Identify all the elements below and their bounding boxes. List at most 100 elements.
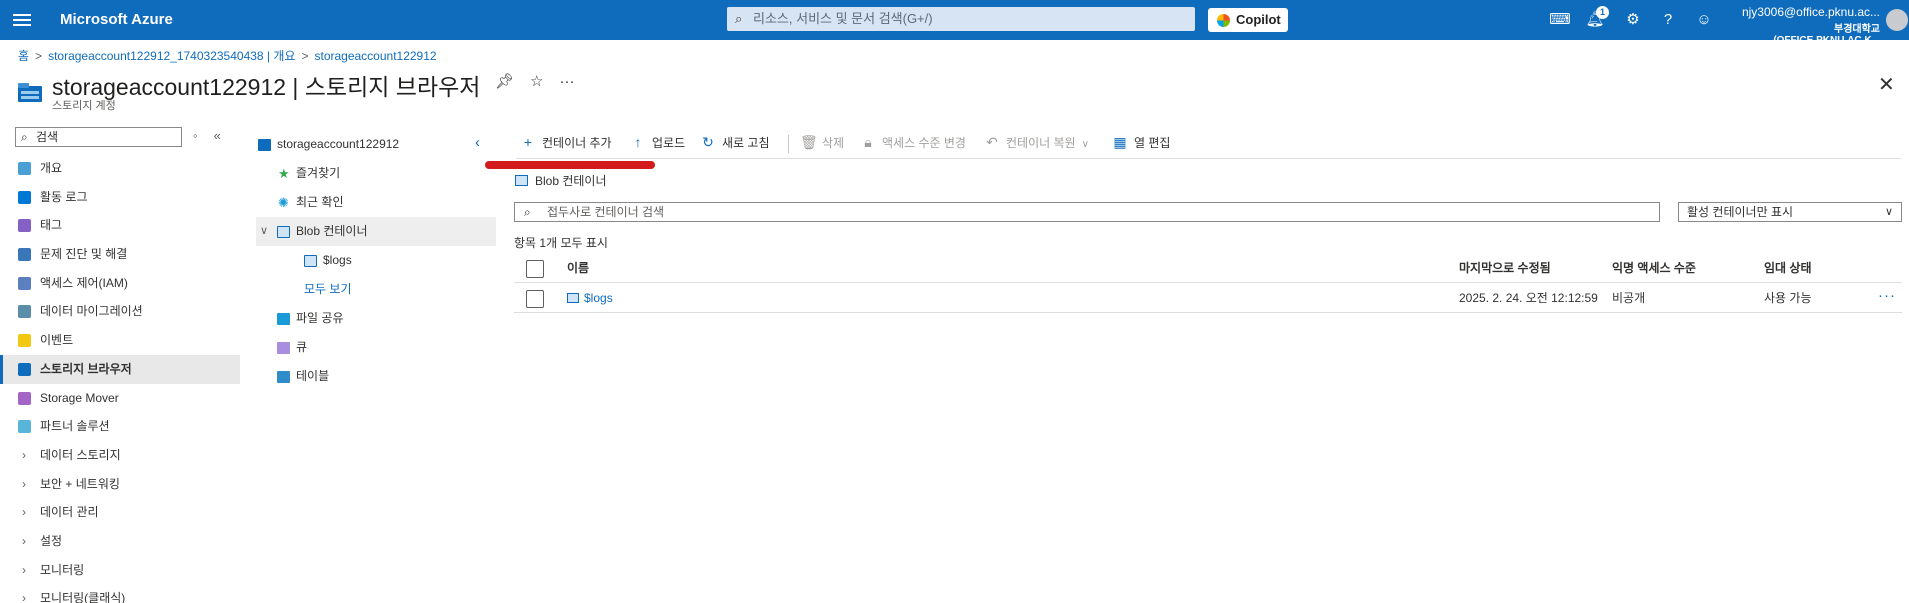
column-access-level[interactable]: 익명 액세스 수준 [1612,253,1696,283]
sidebar-item-label: 모니터링(클래식) [40,591,126,603]
sidebar-item[interactable]: 액세스 제어(IAM) [0,269,240,298]
sidebar-item-label: 스토리지 브라우저 [40,361,132,376]
table-row[interactable]: $logs 2025. 2. 24. 오전 12:12:59 비공개 사용 가능… [514,283,1902,313]
container-name-link[interactable]: $logs [567,283,613,313]
tree-file-shares[interactable]: 파일 공유 [256,304,496,333]
copilot-button[interactable]: Copilot [1208,8,1288,32]
tree-blob-containers[interactable]: ∨ Blob 컨테이너 [256,217,496,246]
favorites-star-icon: ★ [278,166,290,181]
expand-collapse-icon[interactable]: ◦ [193,128,198,143]
chevron-right-icon: › [22,562,26,577]
select-all-checkbox[interactable] [526,260,544,278]
close-icon[interactable]: ✕ [1878,72,1895,97]
sidebar-item[interactable]: › 데이터 관리 [0,498,240,527]
breadcrumb-overview[interactable]: storageaccount122912_1740323540438 | 개요 [48,49,295,63]
tree-see-all[interactable]: 모두 보기 [256,275,496,304]
sidebar-item[interactable]: 스토리지 브라우저 [0,354,240,384]
sidebar-item[interactable]: › 보안 + 네트워킹 [0,470,240,499]
change-access-level-button[interactable]: 🔒︎ 액세스 수준 변경 [860,131,966,154]
row-checkbox[interactable] [526,290,544,308]
breadcrumb-separator: > [35,49,43,63]
plus-icon: + [523,134,533,150]
tree-favorites[interactable]: ★ 즐겨찾기 [256,159,496,188]
container-search-input[interactable]: ⌕ 접두사로 컨테이너 검색 [514,202,1660,222]
row-more-icon[interactable]: ··· [1878,283,1896,309]
chevron-right-icon: › [22,447,26,462]
avatar[interactable] [1886,9,1908,31]
sidebar-item[interactable]: › 모니터링(클래식) [0,584,240,603]
sidebar-item[interactable]: 문제 진단 및 해결 [0,240,240,269]
tree-tables[interactable]: 테이블 [256,362,496,391]
column-name[interactable]: 이름 [567,253,589,283]
sidebar-item[interactable]: › 설정 [0,527,240,556]
sidebar-item-label: 액세스 제어(IAM) [40,275,128,290]
tree-queues[interactable]: 큐 [256,333,496,362]
chevron-down-icon: ∨ [1081,139,1089,150]
column-lease-state[interactable]: 임대 상태 [1764,253,1812,283]
blob-container-icon [277,226,290,238]
lock-icon: 🔒︎ [864,134,872,150]
sidebar-item-label: 문제 진단 및 해결 [40,247,128,262]
container-search-placeholder: 접두사로 컨테이너 검색 [547,205,665,219]
add-container-button[interactable]: + 컨테이너 추가 [520,131,612,154]
user-account[interactable]: njy3006@office.pknu.ac... 부경대학교(OFFICE.P… [1740,5,1880,46]
tree-queues-label: 큐 [296,340,308,354]
file-share-icon [277,313,290,325]
sidebar-item[interactable]: › 데이터 스토리지 [0,441,240,470]
nav-item-icon [18,334,31,348]
sidebar-item[interactable]: 개요 [0,154,240,183]
tree-recent[interactable]: ✺ 최근 확인 [256,188,496,217]
more-icon[interactable]: ··· [560,73,575,90]
chevron-down-icon[interactable]: ∨ [260,217,268,246]
nav-item-icon [18,362,31,376]
search-icon: ⌕ [735,11,743,26]
edit-columns-button[interactable]: ▦ 열 편집 [1112,131,1170,154]
brand-title[interactable]: Microsoft Azure [60,11,173,28]
table-icon [277,371,290,383]
global-search-input[interactable]: ⌕ 리소스, 서비스 및 문서 검색(G+/) [727,7,1195,31]
row-lease: 사용 가능 [1764,291,1812,305]
status-filter-dropdown[interactable]: 활성 컨테이너만 표시 ∨ [1678,202,1902,222]
sidebar-item[interactable]: 태그 [0,211,240,240]
refresh-button[interactable]: ↻ 새로 고침 [700,131,769,154]
sidebar-item[interactable]: 활동 로그 [0,183,240,212]
copilot-label: Copilot [1236,12,1281,27]
change-access-label: 액세스 수준 변경 [882,136,966,150]
resource-nav: 개요 활동 로그 태그문제 진단 및 해결액세스 제어(IAM) 데이터 마이그레이션… [0,154,240,603]
container-icon [304,255,317,267]
sidebar-item[interactable]: 데이터 마이그레이션 [0,297,240,326]
column-last-modified[interactable]: 마지막으로 수정됨 [1459,253,1551,283]
restore-container-button[interactable]: ↶ 컨테이너 복원 ∨ [984,131,1089,156]
gear-icon[interactable]: ⚙ [1622,9,1644,31]
breadcrumb-home[interactable]: 홈 [18,49,29,63]
tree-logs[interactable]: $logs [256,246,496,275]
breadcrumb: 홈 > storageaccount122912_1740323540438 | 개… [18,47,437,64]
nav-search-placeholder: 검색 [36,130,59,144]
help-icon[interactable]: ? [1657,9,1679,31]
search-placeholder: 리소스, 서비스 및 문서 검색(G+/) [753,11,933,26]
sidebar-item[interactable]: Storage Mover [0,384,240,413]
tree-favorites-label: 즐겨찾기 [296,166,341,180]
sidebar-item[interactable]: 파트너 솔루션 [0,412,240,441]
sidebar-item[interactable]: › 모니터링 [0,556,240,585]
nav-item-icon [18,391,31,405]
sidebar-item-label: 데이터 관리 [40,505,99,520]
storage-tree: storageaccount122912 ★ 즐겨찾기 ✺ 최근 확인 ∨ Bl… [256,130,496,391]
upload-button[interactable]: ↑ 업로드 [630,131,686,154]
undo-icon: ↶ [986,134,998,150]
collapse-nav-icon[interactable]: « [214,128,221,143]
restore-container-label: 컨테이너 복원 [1006,136,1076,150]
star-icon[interactable]: ☆ [530,72,543,90]
chevron-left-icon[interactable]: ‹ [475,134,480,151]
cloud-shell-icon[interactable]: ⌨ [1549,9,1571,31]
breadcrumb-account[interactable]: storageaccount122912 [314,49,436,63]
tree-root[interactable]: storageaccount122912 [256,130,496,159]
menu-icon[interactable] [13,11,31,29]
nav-tools: ◦ « [193,128,237,143]
delete-button[interactable]: 🗑︎ 삭제 [800,131,844,154]
pin-icon[interactable]: 📌︎ [495,72,514,90]
sidebar-item[interactable]: 이벤트 [0,326,240,355]
nav-search-input[interactable]: ⌕ 검색 [15,127,182,147]
tree-see-all-label: 모두 보기 [304,282,352,296]
feedback-icon[interactable]: ☺ [1693,9,1715,31]
